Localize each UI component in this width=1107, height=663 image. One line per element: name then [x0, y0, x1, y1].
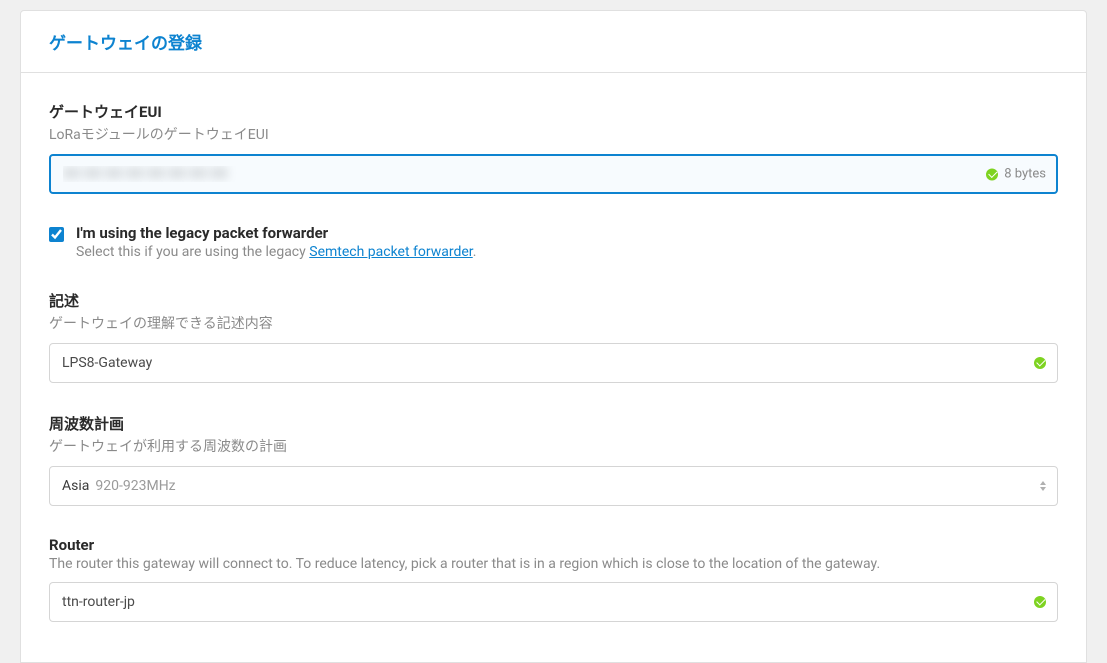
gateway-eui-input-wrap: 8 bytes — [49, 154, 1058, 194]
description-group: 記述 ゲートウェイの理解できる記述内容 — [49, 290, 1058, 383]
panel-title: ゲートウェイの登録 — [49, 29, 1058, 54]
router-input-wrap — [49, 582, 1058, 622]
legacy-forwarder-subtext: Select this if you are using the legacy … — [76, 244, 476, 260]
frequency-plan-label: 周波数計画 — [49, 413, 1058, 434]
legacy-subtext-prefix: Select this if you are using the legacy — [76, 244, 309, 260]
semtech-link[interactable]: Semtech packet forwarder — [309, 244, 472, 260]
gateway-eui-input[interactable] — [49, 154, 1058, 194]
select-sort-icon — [1040, 481, 1046, 491]
description-input-wrap — [49, 343, 1058, 383]
frequency-plan-region: Asia — [62, 478, 89, 494]
gateway-registration-panel: ゲートウェイの登録 ゲートウェイEUI LoRaモジュールのゲートウェイEUI … — [20, 10, 1087, 663]
frequency-plan-subtext: ゲートウェイが利用する周波数の計画 — [49, 436, 1058, 456]
router-input[interactable] — [49, 582, 1058, 622]
panel-header: ゲートウェイの登録 — [21, 11, 1086, 73]
frequency-plan-group: 周波数計画 ゲートウェイが利用する周波数の計画 Asia 920-923MHz — [49, 413, 1058, 506]
description-label: 記述 — [49, 290, 1058, 311]
router-group: Router The router this gateway will conn… — [49, 536, 1058, 622]
legacy-forwarder-row: I'm using the legacy packet forwarder Se… — [49, 224, 1058, 260]
gateway-eui-label: ゲートウェイEUI — [49, 101, 1058, 122]
legacy-forwarder-label: I'm using the legacy packet forwarder — [76, 224, 476, 242]
gateway-eui-group: ゲートウェイEUI LoRaモジュールのゲートウェイEUI 8 bytes — [49, 101, 1058, 194]
frequency-plan-select[interactable]: Asia 920-923MHz — [49, 466, 1058, 506]
legacy-subtext-suffix: . — [473, 244, 477, 260]
router-subtext: The router this gateway will connect to.… — [49, 556, 1058, 572]
description-subtext: ゲートウェイの理解できる記述内容 — [49, 313, 1058, 333]
router-label: Router — [49, 536, 1058, 554]
frequency-plan-select-wrap: Asia 920-923MHz — [49, 466, 1058, 506]
frequency-plan-freq: 920-923MHz — [95, 478, 175, 494]
legacy-forwarder-text: I'm using the legacy packet forwarder Se… — [76, 224, 476, 260]
gateway-eui-subtext: LoRaモジュールのゲートウェイEUI — [49, 124, 1058, 144]
panel-body: ゲートウェイEUI LoRaモジュールのゲートウェイEUI 8 bytes I'… — [21, 73, 1086, 662]
legacy-forwarder-checkbox[interactable] — [49, 227, 64, 242]
description-input[interactable] — [49, 343, 1058, 383]
